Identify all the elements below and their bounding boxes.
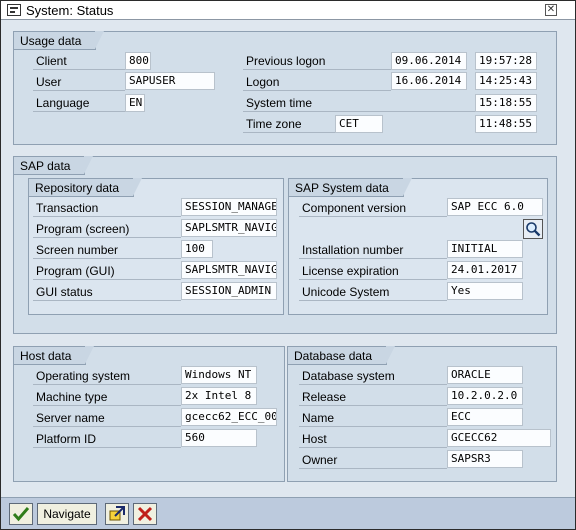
component-version-label: Component version [299, 199, 447, 217]
platform-id-label: Platform ID [33, 430, 181, 448]
database-name-label: Name [299, 409, 447, 427]
program-gui-field[interactable]: SAPLSMTR_NAVIGATION [181, 261, 277, 279]
close-icon[interactable]: ✕ [545, 4, 557, 16]
platform-id-field[interactable]: 560 [181, 429, 257, 447]
previous-logon-date[interactable]: 09.06.2014 [391, 52, 467, 70]
check-icon [12, 507, 30, 522]
bottom-toolbar: Navigate [1, 497, 575, 529]
window-title: System: Status [26, 3, 114, 18]
host-data-title: Host data [14, 346, 95, 365]
magnifier-icon[interactable] [523, 219, 543, 239]
previous-logon-label: Previous logon [243, 52, 391, 70]
transaction-label: Transaction [33, 199, 181, 217]
server-name-label: Server name [33, 409, 181, 427]
owner-field[interactable]: SAPSR3 [447, 450, 523, 468]
installation-number-field[interactable]: INITIAL [447, 240, 523, 258]
transaction-field[interactable]: SESSION_MANAGER [181, 198, 277, 216]
machine-type-label: Machine type [33, 388, 181, 406]
logon-time[interactable]: 14:25:43 [475, 72, 537, 90]
repository-data-title: Repository data [29, 178, 143, 197]
owner-label: Owner [299, 451, 447, 469]
database-name-field[interactable]: ECC [447, 408, 523, 426]
server-name-field[interactable]: gcecc62_ECC_00 [181, 408, 277, 426]
client-field[interactable]: 800 [125, 52, 151, 70]
timezone-time[interactable]: 11:48:55 [475, 115, 537, 133]
cancel-button[interactable] [133, 503, 157, 525]
license-expiration-field[interactable]: 24.01.2017 [447, 261, 523, 279]
program-gui-label: Program (GUI) [33, 262, 181, 280]
previous-logon-time[interactable]: 19:57:28 [475, 52, 537, 70]
logon-label: Logon [243, 73, 391, 91]
release-field[interactable]: 10.2.0.2.0 [447, 387, 523, 405]
database-system-field[interactable]: ORACLE [447, 366, 523, 384]
logon-date[interactable]: 16.06.2014 [391, 72, 467, 90]
database-host-label: Host [299, 430, 447, 448]
installation-number-label: Installation number [299, 241, 447, 259]
system-time-value[interactable]: 15:18:55 [475, 94, 537, 112]
window-icon [7, 4, 21, 16]
language-label: Language [33, 94, 125, 112]
title-bar: System: Status ✕ [1, 1, 575, 20]
program-screen-field[interactable]: SAPLSMTR_NAVIGATION [181, 219, 277, 237]
database-system-label: Database system [299, 367, 447, 385]
navigate-icon [109, 506, 125, 521]
program-screen-label: Program (screen) [33, 220, 181, 238]
gui-status-label: GUI status [33, 283, 181, 301]
unicode-system-field[interactable]: Yes [447, 282, 523, 300]
release-label: Release [299, 388, 447, 406]
sap-data-title: SAP data [14, 156, 95, 175]
timezone-field[interactable]: CET [335, 115, 383, 133]
user-field[interactable]: SAPUSER [125, 72, 215, 90]
database-host-field[interactable]: GCECC62 [447, 429, 551, 447]
client-label: Client [33, 52, 125, 70]
navigate-other-button[interactable] [105, 503, 129, 525]
screen-number-field[interactable]: 100 [181, 240, 213, 258]
system-time-label: System time [243, 94, 475, 112]
license-expiration-label: License expiration [299, 262, 447, 280]
gui-status-field[interactable]: SESSION_ADMIN [181, 282, 277, 300]
cancel-icon [137, 506, 153, 522]
navigate-button[interactable]: Navigate [37, 503, 97, 525]
sap-system-data-title: SAP System data [289, 178, 412, 197]
operating-system-field[interactable]: Windows NT [181, 366, 257, 384]
confirm-button[interactable] [9, 503, 33, 525]
unicode-system-label: Unicode System [299, 283, 447, 301]
status-window: System: Status ✕ Usage data Client 800 U… [0, 0, 576, 530]
language-field[interactable]: EN [125, 94, 145, 112]
screen-number-label: Screen number [33, 241, 181, 259]
usage-data-title: Usage data [14, 31, 105, 50]
timezone-label: Time zone [243, 115, 335, 133]
machine-type-field[interactable]: 2x Intel 8 [181, 387, 257, 405]
operating-system-label: Operating system [33, 367, 181, 385]
database-data-title: Database data [288, 346, 396, 365]
component-version-field[interactable]: SAP ECC 6.0 [447, 198, 543, 216]
user-label: User [33, 73, 125, 91]
